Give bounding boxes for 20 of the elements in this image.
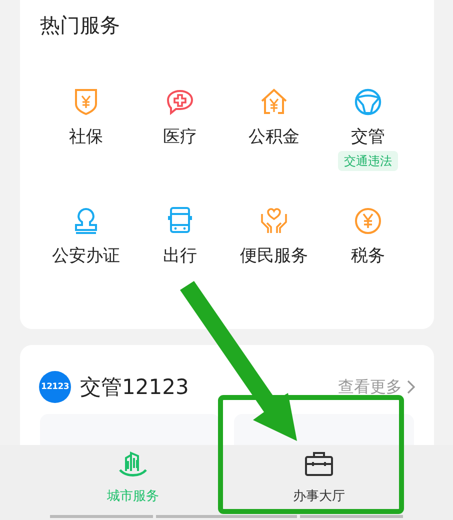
service-label[interactable]: 出行 (163, 244, 197, 268)
house-yen-icon[interactable] (259, 87, 289, 117)
steering-wheel-icon[interactable] (353, 87, 383, 117)
service-label[interactable]: 交管 (351, 125, 385, 149)
service-label[interactable]: 税务 (351, 244, 385, 268)
service-tag: 交通违法 (338, 151, 398, 171)
service-label[interactable]: 公积金 (248, 125, 300, 149)
card-title: 交管12123 (80, 374, 190, 401)
app-logo: 12123 (39, 371, 71, 403)
section-title: 热门服务 (40, 12, 121, 39)
heart-hands-icon[interactable] (259, 206, 289, 236)
bus-icon[interactable] (165, 206, 195, 236)
service-label[interactable]: 医疗 (163, 125, 197, 149)
service-label[interactable]: 便民服务 (240, 244, 308, 268)
medical-cross-icon[interactable] (165, 87, 195, 117)
yen-coin-icon[interactable] (353, 206, 383, 236)
chevron-right-icon[interactable] (406, 379, 416, 395)
tab[interactable]: 办事大厅 (226, 445, 412, 515)
service-label[interactable]: 公安办证 (52, 244, 120, 268)
service-label[interactable]: 社保 (69, 125, 103, 149)
